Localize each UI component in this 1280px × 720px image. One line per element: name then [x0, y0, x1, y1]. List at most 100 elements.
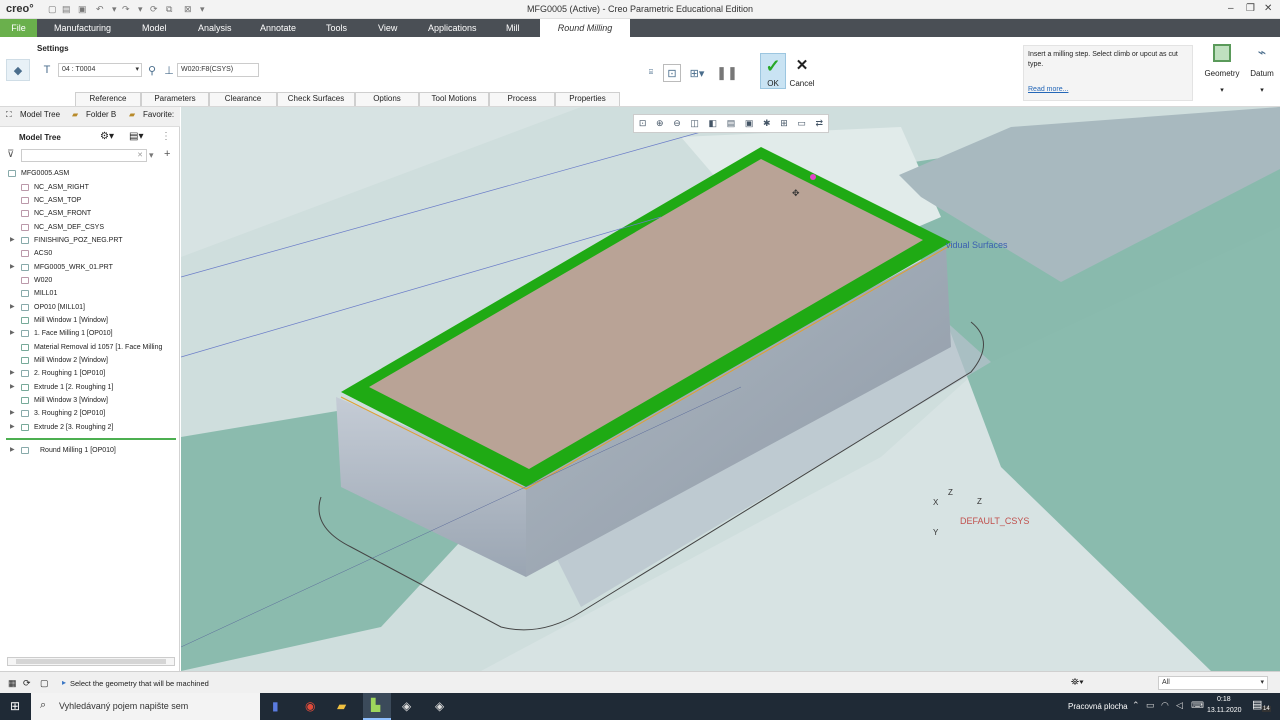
horizontal-scrollbar[interactable]	[7, 657, 175, 666]
expand-icon[interactable]: ▶	[10, 407, 15, 420]
language-icon[interactable]: ⌨	[1191, 700, 1204, 711]
menu-applications[interactable]: Applications	[428, 19, 477, 37]
list-item[interactable]: NC_ASM_TOP	[0, 194, 180, 207]
app-icon[interactable]: ◈	[402, 699, 411, 713]
spin-center-icon[interactable]: ▭	[797, 118, 806, 129]
tool-icon[interactable]: T	[41, 63, 53, 77]
expand-icon[interactable]: ▶	[10, 261, 15, 274]
expand-icon[interactable]: ▶	[10, 444, 15, 457]
tab-properties[interactable]: Properties	[555, 92, 620, 106]
selection-filter-select[interactable]: All ▾	[1158, 676, 1268, 690]
tab-round-milling[interactable]: Round Milling	[540, 19, 630, 37]
list-item[interactable]: NC_ASM_FRONT	[0, 207, 180, 220]
annotation-display-icon[interactable]: ⊞	[780, 118, 788, 129]
network-icon[interactable]: ▭	[1146, 700, 1155, 711]
chevron-down-icon[interactable]: ▾	[149, 150, 154, 161]
repaint-icon[interactable]: ◫	[690, 118, 699, 129]
list-item[interactable]: Mill Window 2 [Window]	[0, 354, 180, 367]
expand-icon[interactable]: ▶	[10, 327, 15, 340]
tab-process[interactable]: Process	[489, 92, 555, 106]
display-style-icon[interactable]: ◧	[709, 118, 718, 129]
menu-manufacturing[interactable]: Manufacturing	[54, 19, 111, 37]
list-item[interactable]: NC_ASM_RIGHT	[0, 181, 180, 194]
notifications-icon[interactable]: ▤	[1252, 698, 1262, 711]
expand-icon[interactable]: ▶	[10, 301, 15, 314]
creo-taskbar-button[interactable]: ▙	[363, 693, 391, 720]
zoom-out-icon[interactable]: ⊖	[673, 118, 681, 129]
list-item[interactable]: Mill Window 3 [Window]	[0, 394, 180, 407]
refit-icon[interactable]: ⊡	[639, 118, 647, 129]
ok-button[interactable]: ✓ OK	[760, 53, 786, 89]
show-icon[interactable]: ▤▾	[129, 131, 143, 142]
tab-parameters[interactable]: Parameters	[141, 92, 209, 106]
expand-icon[interactable]: ▶	[10, 381, 15, 394]
tab-clearance[interactable]: Clearance	[209, 92, 277, 106]
tab-favorites[interactable]: Favorite:	[143, 110, 174, 119]
list-item[interactable]: ▶ Round Milling 1 [OP010]	[0, 444, 180, 457]
list-item[interactable]: ▶ OP010 [MILL01]	[0, 301, 180, 314]
menu-analysis[interactable]: Analysis	[198, 19, 232, 37]
datum-button[interactable]: ⌁ Datum ▾	[1246, 40, 1278, 102]
cutline-icon[interactable]: ⌸	[643, 64, 659, 82]
tree-search-input[interactable]: ✕	[21, 149, 147, 162]
preview-icon[interactable]: ⊡	[663, 64, 681, 82]
csys-tool-icon[interactable]: ⚲	[146, 63, 158, 77]
list-item[interactable]: MFG0005.ASM	[0, 167, 180, 180]
browser-icon[interactable]: ▢	[40, 678, 49, 689]
tab-folder-browser[interactable]: Folder B	[86, 110, 116, 119]
filter-icon[interactable]: ⊽	[7, 149, 14, 160]
zoom-in-icon[interactable]: ⊕	[656, 118, 664, 129]
file-explorer-icon[interactable]: ▰	[337, 699, 346, 713]
expand-icon[interactable]: ▶	[10, 367, 15, 380]
toolpath-display-icon[interactable]: ⇄	[816, 118, 824, 129]
menu-model[interactable]: Model	[142, 19, 167, 37]
list-item[interactable]: ▶ 1. Face Milling 1 [OP010]	[0, 327, 180, 340]
coordinate-system-icon[interactable]: ⊥	[162, 63, 176, 77]
tab-model-tree[interactable]: Model Tree	[20, 110, 60, 119]
model-tree-toggle-icon[interactable]: ⟳	[23, 678, 31, 689]
cancel-button[interactable]: ✕ Cancel	[788, 53, 816, 89]
wifi-icon[interactable]: ◠	[1161, 700, 1169, 711]
clear-icon[interactable]: ✕	[137, 150, 143, 162]
menu-mill[interactable]: Mill	[506, 19, 520, 37]
read-more-link[interactable]: Read more...	[1028, 86, 1068, 93]
minimize-button[interactable]: –	[1228, 3, 1234, 14]
app-icon[interactable]: ◈	[435, 699, 444, 713]
graphics-viewport[interactable]: ✥ vidual Surfaces X Z Z Y DEFAULT_CSYS	[181, 107, 1280, 671]
windows-start-icon[interactable]: ⊞	[10, 699, 20, 713]
tree-settings-icon[interactable]: ⚙▾	[100, 131, 114, 142]
add-icon[interactable]: +	[164, 148, 170, 160]
list-item[interactable]: MILL01	[0, 287, 180, 300]
list-item[interactable]: ▶ 3. Roughing 2 [OP010]	[0, 407, 180, 420]
datum-display-icon[interactable]: ✱	[763, 118, 771, 129]
close-button[interactable]: ✕	[1264, 3, 1272, 14]
list-item[interactable]: W020	[0, 274, 180, 287]
start-point-marker[interactable]	[810, 174, 816, 180]
grid-icon[interactable]: ▦	[8, 678, 17, 689]
tab-check-surfaces[interactable]: Check Surfaces	[277, 92, 355, 106]
list-item[interactable]: ACS0	[0, 247, 180, 260]
tool-select[interactable]: 04 : T0004 ▾	[58, 63, 142, 77]
geometry-button[interactable]: Geometry ▾	[1200, 40, 1244, 102]
tab-tool-motions[interactable]: Tool Motions	[419, 92, 489, 106]
pause-icon[interactable]: ❚❚	[716, 64, 738, 82]
list-item[interactable]: Mill Window 1 [Window]	[0, 314, 180, 327]
list-item[interactable]: ▶ FINISHING_POZ_NEG.PRT	[0, 234, 180, 247]
csys-field[interactable]: W020:F8(CSYS)	[177, 63, 259, 77]
list-item[interactable]: ▶ Extrude 1 [2. Roughing 1]	[0, 381, 180, 394]
saved-orientations-icon[interactable]: ▤	[727, 118, 736, 129]
menu-tools[interactable]: Tools	[326, 19, 347, 37]
expand-icon[interactable]: ▶	[10, 234, 15, 247]
list-item[interactable]: ▶ 2. Roughing 1 [OP010]	[0, 367, 180, 380]
menu-annotate[interactable]: Annotate	[260, 19, 296, 37]
taskbar-search-box[interactable]: ⌕ Vyhledávaný pojem napište sem	[31, 693, 260, 720]
view-manager-icon[interactable]: ▣	[745, 118, 754, 129]
manufacturing-part-icon[interactable]: ◆	[6, 59, 30, 81]
desktop-label[interactable]: Pracovná plocha	[1068, 702, 1128, 711]
volume-icon[interactable]: ◁	[1176, 700, 1183, 711]
tree-filter-icon[interactable]: ⋮	[161, 131, 171, 142]
chrome-icon[interactable]: ◉	[305, 699, 315, 713]
list-item[interactable]: ▶ Extrude 2 [3. Roughing 2]	[0, 421, 180, 434]
selection-filter-icon[interactable]: ⛯▾	[1071, 677, 1084, 688]
file-menu[interactable]: File	[0, 19, 37, 37]
